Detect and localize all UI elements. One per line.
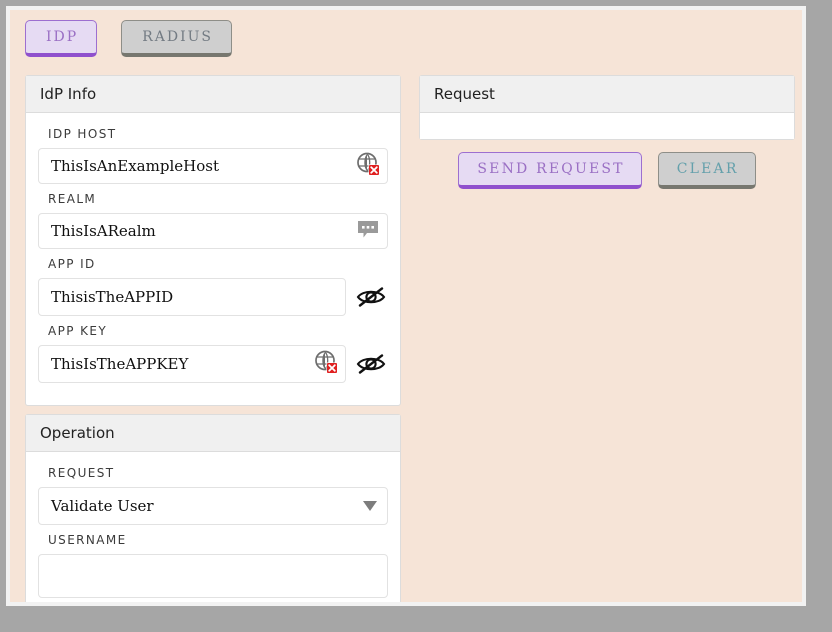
right-column: Request SEND REQUEST CLEAR (419, 75, 795, 189)
realm-row: ThisIsARealm (38, 213, 388, 249)
app-id-value: ThisisTheAPPID (51, 288, 174, 306)
field-app-key: APP KEY ThisIsTheAPPKEY (38, 324, 388, 383)
request-select[interactable]: Validate User (38, 487, 388, 525)
app-id-label: APP ID (48, 257, 96, 271)
chevron-down-icon (363, 501, 377, 511)
idp-host-row: ThisIsAnExampleHost (38, 148, 388, 184)
tab-radius[interactable]: RADIUS (121, 20, 232, 57)
realm-label: REALM (48, 192, 97, 206)
clear-label: CLEAR (676, 161, 739, 177)
eye-slash-icon[interactable] (354, 280, 388, 314)
app-key-row: ThisIsTheAPPKEY (38, 345, 388, 383)
realm-value: ThisIsARealm (51, 222, 156, 240)
request-panel-body (420, 113, 794, 139)
send-request-label: SEND REQUEST (477, 161, 625, 177)
app-key-input[interactable]: ThisIsTheAPPKEY (38, 345, 346, 383)
send-request-button[interactable]: SEND REQUEST (458, 152, 642, 189)
window-frame: IDP RADIUS IdP Info IDP HOST ThisIsAnExa… (0, 0, 832, 632)
app-id-input[interactable]: ThisisTheAPPID (38, 278, 346, 316)
request-panel-title: Request (420, 76, 794, 113)
request-card: Request (419, 75, 795, 140)
broken-image-icon[interactable] (313, 349, 339, 379)
tab-radius-label: RADIUS (142, 29, 213, 45)
request-actions: SEND REQUEST CLEAR (419, 152, 795, 189)
username-input[interactable] (38, 554, 388, 598)
field-username: USERNAME (38, 533, 388, 598)
operation-body: REQUEST Validate User USERNAME (26, 452, 400, 602)
username-label: USERNAME (48, 533, 127, 547)
idp-info-card: IdP Info IDP HOST ThisIsAnExampleHost RE… (25, 75, 401, 406)
request-select-value: Validate User (51, 497, 154, 515)
idp-host-value: ThisIsAnExampleHost (51, 157, 219, 175)
request-label: REQUEST (48, 466, 115, 480)
app-key-value: ThisIsTheAPPKEY (51, 355, 189, 373)
broken-image-icon[interactable] (355, 151, 381, 181)
field-realm: REALM ThisIsARealm (38, 192, 388, 249)
app-id-row: ThisisTheAPPID (38, 278, 388, 316)
operation-title: Operation (26, 415, 400, 452)
field-request: REQUEST Validate User (38, 466, 388, 525)
tab-idp-label: IDP (46, 29, 79, 45)
app-key-label: APP KEY (48, 324, 108, 338)
app-page: IDP RADIUS IdP Info IDP HOST ThisIsAnExa… (10, 10, 802, 602)
window-inset: IDP RADIUS IdP Info IDP HOST ThisIsAnExa… (6, 6, 806, 606)
clear-button[interactable]: CLEAR (657, 152, 756, 189)
idp-host-label: IDP HOST (48, 127, 117, 141)
realm-input[interactable]: ThisIsARealm (38, 213, 388, 249)
field-app-id: APP ID ThisisTheAPPID (38, 257, 388, 316)
tab-idp[interactable]: IDP (25, 20, 98, 57)
request-output-area (420, 113, 794, 139)
field-idp-host: IDP HOST ThisIsAnExampleHost (38, 127, 388, 184)
eye-slash-icon[interactable] (354, 347, 388, 381)
left-column: IdP Info IDP HOST ThisIsAnExampleHost RE… (25, 75, 401, 602)
tooltip-dots-icon[interactable] (355, 218, 381, 244)
tab-bar: IDP RADIUS (25, 20, 232, 57)
idp-info-body: IDP HOST ThisIsAnExampleHost REALM ThisI… (26, 113, 400, 405)
idp-info-title: IdP Info (26, 76, 400, 113)
operation-card: Operation REQUEST Validate User USERNAME (25, 414, 401, 602)
idp-host-input[interactable]: ThisIsAnExampleHost (38, 148, 388, 184)
